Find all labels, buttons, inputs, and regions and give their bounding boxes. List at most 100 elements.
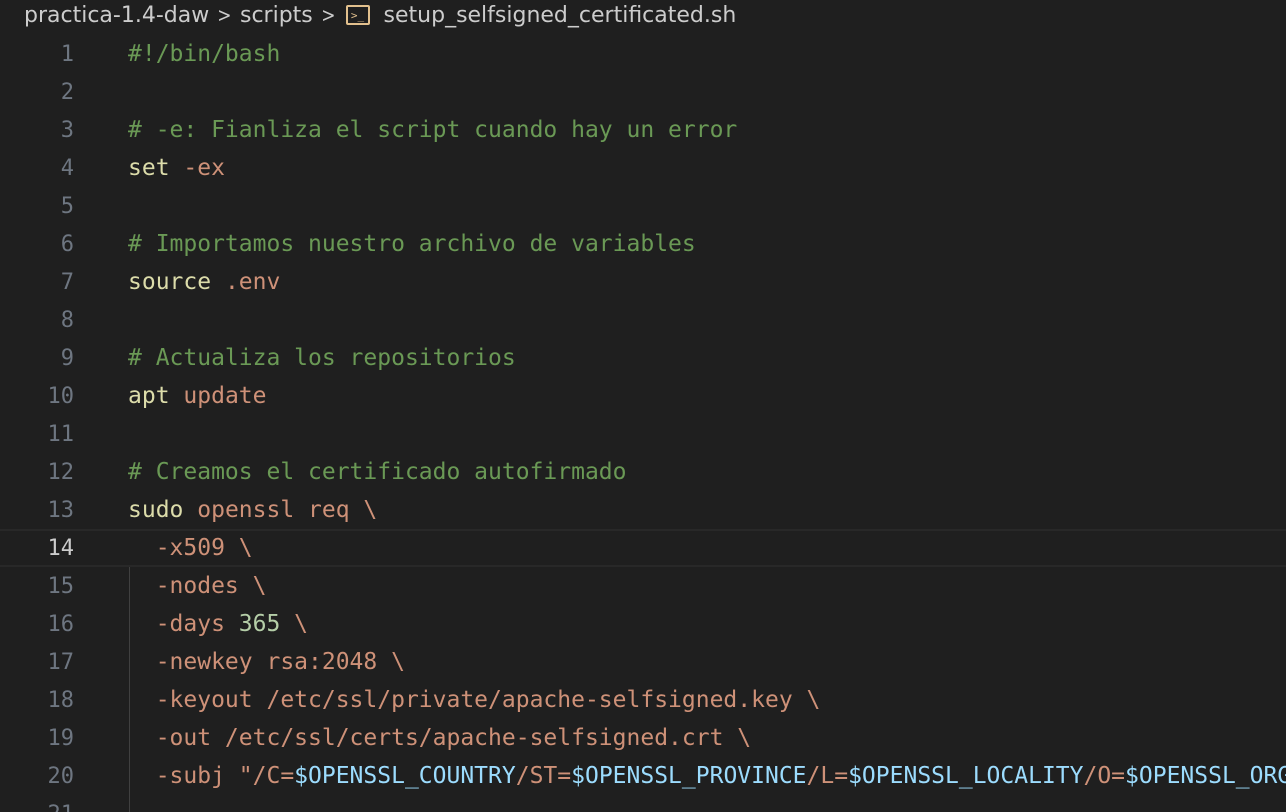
code-line[interactable]: 16 -days 365 \ bbox=[0, 605, 1286, 643]
code-token: $OPENSSL_LOCALITY bbox=[848, 763, 1084, 789]
breadcrumb-folder[interactable]: practica-1.4-daw bbox=[24, 3, 209, 28]
line-number: 19 bbox=[47, 725, 75, 751]
code-token: # -e: Fianliza el script cuando hay un e… bbox=[128, 117, 738, 143]
code-token: -out /etc/ssl/certs/apache-selfsigned.cr… bbox=[128, 725, 752, 751]
line-number: 16 bbox=[47, 611, 75, 637]
code-token: $OPENSSL_PROVINCE bbox=[571, 763, 807, 789]
code-text: -nodes \ bbox=[128, 573, 267, 599]
line-number: 4 bbox=[60, 155, 74, 181]
code-token: # Creamos el certificado autofirmado bbox=[128, 459, 627, 485]
line-number: 6 bbox=[60, 231, 74, 257]
code-token: $OPENSSL_ORGANIZATION bbox=[1125, 763, 1286, 789]
line-number: 3 bbox=[60, 117, 74, 143]
line-number: 7 bbox=[60, 269, 74, 295]
code-token: source bbox=[128, 269, 212, 295]
code-token: $OPENSSL_COUNTRY bbox=[294, 763, 516, 789]
breadcrumb-file[interactable]: setup_selfsigned_certificated.sh bbox=[384, 3, 737, 28]
line-number: 15 bbox=[47, 573, 75, 599]
code-text: # Creamos el certificado autofirmado bbox=[128, 459, 627, 485]
code-token: /ST= bbox=[515, 763, 572, 789]
code-text: -x509 \ bbox=[128, 535, 253, 561]
code-token: -keyout /etc/ssl/private/apache-selfsign… bbox=[128, 687, 821, 713]
code-token: \ bbox=[349, 497, 378, 523]
code-token: .env bbox=[224, 269, 281, 295]
code-text: set -ex bbox=[128, 155, 225, 181]
line-number: 13 bbox=[47, 497, 75, 523]
code-line[interactable]: 13 sudo openssl req \ bbox=[0, 491, 1286, 529]
code-text: #!/bin/bash bbox=[128, 41, 280, 67]
code-text: apt update bbox=[128, 383, 267, 409]
line-number: 14 bbox=[47, 535, 75, 561]
code-token: -days bbox=[128, 611, 239, 637]
chevron-right-icon: > bbox=[217, 3, 232, 27]
code-line[interactable]: 14 -x509 \ bbox=[0, 529, 1286, 567]
code-line[interactable]: 19 -out /etc/ssl/certs/apache-selfsigned… bbox=[0, 719, 1286, 757]
code-token: 365 bbox=[238, 611, 281, 637]
chevron-right-icon: > bbox=[321, 3, 336, 27]
code-token: \ bbox=[280, 611, 309, 637]
code-token: /L= bbox=[806, 763, 849, 789]
code-token: update bbox=[183, 383, 267, 409]
code-token: -x509 \ bbox=[128, 535, 253, 561]
code-line[interactable]: 20 -subj "/C=$OPENSSL_COUNTRY/ST=$OPENSS… bbox=[0, 757, 1286, 795]
code-line[interactable]: 15 -nodes \ bbox=[0, 567, 1286, 605]
code-editor-window: practica-1.4-daw > scripts > >_ setup_se… bbox=[0, 0, 1286, 812]
code-token: -subj "/C= bbox=[128, 763, 295, 789]
line-number: 5 bbox=[60, 193, 74, 219]
code-line[interactable]: 5 bbox=[0, 187, 1286, 225]
line-number: 2 bbox=[60, 79, 74, 105]
code-line[interactable]: 7 source .env bbox=[0, 263, 1286, 301]
code-text: -out /etc/ssl/certs/apache-selfsigned.cr… bbox=[128, 725, 751, 751]
code-line[interactable]: 3 # -e: Fianliza el script cuando hay un … bbox=[0, 111, 1286, 149]
code-line[interactable]: 2 bbox=[0, 73, 1286, 111]
breadcrumb-subfolder[interactable]: scripts bbox=[240, 3, 313, 28]
code-token: set bbox=[128, 155, 170, 181]
code-line[interactable]: 4 set -ex bbox=[0, 149, 1286, 187]
code-line[interactable]: 6 # Importamos nuestro archivo de variabl… bbox=[0, 225, 1286, 263]
code-line[interactable]: 18 -keyout /etc/ssl/private/apache-selfs… bbox=[0, 681, 1286, 719]
code-line[interactable]: 11 bbox=[0, 415, 1286, 453]
code-token: /O= bbox=[1083, 763, 1126, 789]
line-number: 1 bbox=[60, 41, 74, 67]
code-text: # Actualiza los repositorios bbox=[128, 345, 516, 371]
terminal-file-icon: >_ bbox=[345, 5, 370, 25]
code-text: -days 365 \ bbox=[128, 611, 308, 637]
line-number: 8 bbox=[60, 307, 74, 333]
line-number: 17 bbox=[47, 649, 75, 675]
line-number: 10 bbox=[47, 383, 75, 409]
code-text: source .env bbox=[128, 269, 280, 295]
code-token: apt bbox=[128, 383, 170, 409]
code-token: -nodes \ bbox=[128, 573, 267, 599]
code-token: # Actualiza los repositorios bbox=[128, 345, 516, 371]
code-token: -newkey rsa:2048 \ bbox=[128, 649, 405, 675]
code-token: openssl req bbox=[197, 497, 350, 523]
code-token: -ex bbox=[183, 155, 225, 181]
code-line[interactable]: 17 -newkey rsa:2048 \ bbox=[0, 643, 1286, 681]
code-text: # Importamos nuestro archivo de variable… bbox=[128, 231, 696, 257]
code-text: -newkey rsa:2048 \ bbox=[128, 649, 405, 675]
line-number: 11 bbox=[47, 421, 75, 447]
code-line[interactable]: 8 bbox=[0, 301, 1286, 339]
code-editor[interactable]: 1 #!/bin/bash 2 3 # -e: Fianliza el script c… bbox=[0, 35, 1286, 812]
line-number: 21 bbox=[14, 802, 75, 812]
code-line[interactable]: 9 # Actualiza los repositorios bbox=[0, 339, 1286, 377]
code-line[interactable]: 21 bbox=[0, 795, 1286, 812]
code-text: -keyout /etc/ssl/private/apache-selfsign… bbox=[128, 687, 821, 713]
code-text: -subj "/C=$OPENSSL_COUNTRY/ST=$OPENSSL_P… bbox=[128, 763, 1286, 789]
line-number: 12 bbox=[47, 459, 75, 485]
code-token: sudo bbox=[128, 497, 184, 523]
line-number: 9 bbox=[60, 345, 74, 371]
line-number: 18 bbox=[47, 687, 75, 713]
code-line[interactable]: 1 #!/bin/bash bbox=[0, 35, 1286, 73]
code-text: # -e: Fianliza el script cuando hay un e… bbox=[128, 117, 737, 143]
code-token: # Importamos nuestro archivo de variable… bbox=[128, 231, 696, 257]
line-number: 20 bbox=[47, 763, 75, 789]
code-line[interactable]: 12 # Creamos el certificado autofirmado bbox=[0, 453, 1286, 491]
breadcrumb: practica-1.4-daw > scripts > >_ setup_se… bbox=[0, 0, 1286, 30]
code-line[interactable]: 10 apt update bbox=[0, 377, 1286, 415]
code-token: #!/bin/bash bbox=[128, 41, 281, 67]
